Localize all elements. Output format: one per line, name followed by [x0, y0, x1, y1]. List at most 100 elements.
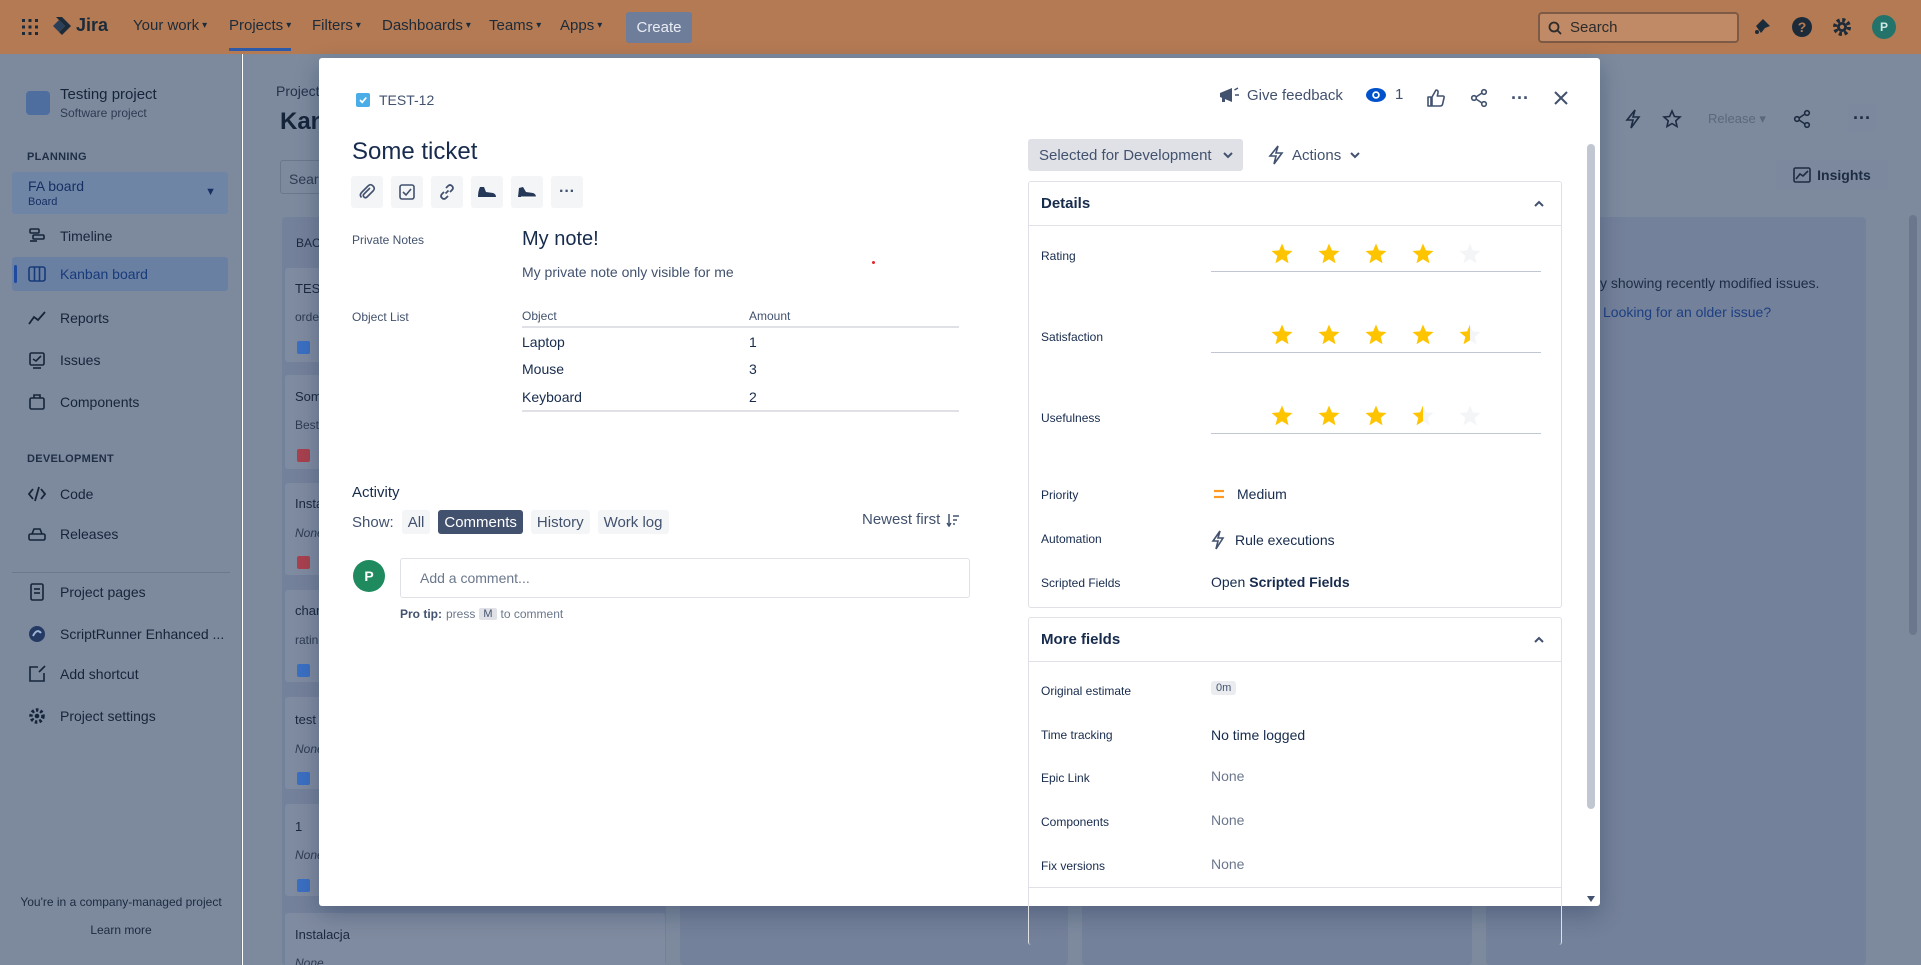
nav-your-work[interactable]: Your work ▾	[133, 17, 207, 34]
private-notes-label: Private Notes	[352, 233, 425, 247]
filter-history-button[interactable]: History	[530, 510, 590, 534]
nav-teams[interactable]: Teams ▾	[489, 17, 541, 34]
like-icon[interactable]	[1424, 86, 1448, 110]
project-sidebar: Testing project Software project PLANNIN…	[0, 54, 242, 965]
nav-filters[interactable]: Filters ▾	[312, 17, 361, 34]
star-icon[interactable]	[1458, 404, 1482, 428]
rating-stars[interactable]	[1211, 236, 1541, 272]
star-icon[interactable]	[1317, 242, 1341, 266]
share-icon[interactable]	[1792, 109, 1812, 129]
release-button[interactable]: Release ▾	[1708, 111, 1766, 127]
sidebar-item-releases[interactable]: Releases	[28, 525, 118, 543]
star-icon[interactable]	[1364, 242, 1388, 266]
jira-logo[interactable]: Jira	[52, 15, 108, 36]
star-icon[interactable]	[1411, 404, 1435, 428]
sidebar-item-kanban-board[interactable]: Kanban board	[12, 257, 228, 291]
card-title: test	[295, 712, 316, 727]
star-icon[interactable]	[1364, 323, 1388, 347]
note-heading[interactable]: My note!	[522, 228, 599, 251]
status-dropdown[interactable]: Selected for Development	[1028, 139, 1243, 171]
details-header[interactable]: Details	[1029, 182, 1561, 226]
sidebar-item-timeline[interactable]: Timeline	[28, 227, 112, 245]
give-feedback-label: Give feedback	[1247, 86, 1343, 104]
older-issue-link[interactable]: Looking for an older issue?	[1603, 304, 1771, 320]
search-input[interactable]: Search	[1538, 12, 1739, 43]
sidebar-item-code[interactable]: Code	[28, 485, 93, 503]
filter-comments-button[interactable]: Comments	[438, 510, 523, 534]
modal-scrollbar[interactable]	[1585, 138, 1597, 902]
attachment-icon[interactable]	[351, 176, 383, 208]
scroll-down-arrow-icon[interactable]	[1587, 896, 1595, 902]
user-avatar[interactable]: P	[1872, 15, 1896, 39]
sidebar-item-project-pages[interactable]: Project pages	[28, 583, 146, 601]
components-value[interactable]: None	[1211, 812, 1244, 828]
sidebar-item-components[interactable]: Components	[28, 393, 139, 411]
object-table[interactable]: Object Amount Laptop 1 Mouse 3 Keyboard 2	[522, 305, 959, 412]
filter-all-button[interactable]: All	[401, 510, 431, 534]
star-icon[interactable]	[1270, 242, 1294, 266]
star-icon[interactable]	[1270, 323, 1294, 347]
close-icon[interactable]	[1549, 86, 1573, 110]
create-button[interactable]: Create	[626, 12, 692, 43]
breadcrumb[interactable]: Project	[276, 83, 320, 99]
star-icon[interactable]	[1317, 404, 1341, 428]
star-icon[interactable]	[1270, 404, 1294, 428]
sort-order-button[interactable]: Newest first	[862, 511, 960, 528]
automation-value[interactable]: Rule executions	[1211, 530, 1335, 550]
board-scrollbar[interactable]	[1909, 215, 1917, 635]
fix-versions-value[interactable]: None	[1211, 856, 1244, 872]
scriptrunner-shoe-icon[interactable]	[471, 176, 503, 208]
comment-input[interactable]: Add a comment...	[400, 558, 970, 598]
issue-title[interactable]: Some ticket	[352, 138, 477, 166]
learn-more-link[interactable]: Learn more	[0, 923, 242, 937]
more-fields-header[interactable]: More fields	[1029, 618, 1561, 662]
nav-dashboards[interactable]: Dashboards ▾	[382, 17, 471, 34]
sidebar-item-reports[interactable]: Reports	[28, 309, 109, 327]
settings-gear-icon[interactable]	[1830, 15, 1854, 39]
epic-link-value[interactable]: None	[1211, 768, 1244, 784]
project-header[interactable]: Testing project Software project	[26, 86, 157, 120]
card-sub: orde	[295, 310, 320, 324]
more-actions-icon[interactable]: ···	[1508, 86, 1532, 110]
app-switcher-icon[interactable]	[20, 17, 40, 37]
modal-scrollbar-thumb[interactable]	[1587, 144, 1595, 809]
chevron-down-icon: ▾	[286, 20, 292, 31]
svg-text:?: ?	[1798, 19, 1807, 35]
star-icon[interactable]	[1411, 242, 1435, 266]
star-icon[interactable]	[1364, 404, 1388, 428]
insights-button[interactable]: Insights	[1776, 160, 1888, 190]
link-icon[interactable]	[431, 176, 463, 208]
filter-worklog-button[interactable]: Work log	[597, 510, 669, 534]
actions-button[interactable]: Actions	[1268, 145, 1361, 165]
issue-key[interactable]: TEST-12	[356, 92, 434, 108]
time-tracking-value[interactable]: No time logged	[1211, 727, 1305, 743]
star-icon[interactable]	[1662, 109, 1682, 129]
give-feedback-button[interactable]: Give feedback	[1218, 86, 1343, 104]
automation-icon[interactable]	[1624, 109, 1642, 129]
watch-button[interactable]: 1	[1365, 86, 1403, 103]
sidebar-item-issues[interactable]: Issues	[28, 351, 100, 369]
usefulness-stars[interactable]	[1211, 398, 1541, 434]
sidebar-item-add-shortcut[interactable]: Add shortcut	[28, 665, 139, 683]
more-toolbar-icon[interactable]: ···	[551, 176, 583, 208]
original-estimate-value[interactable]: 0m	[1211, 681, 1237, 695]
board-selector[interactable]: FA board Board ▼	[12, 172, 228, 214]
priority-value[interactable]: Medium	[1211, 486, 1287, 502]
help-icon[interactable]: ?	[1790, 15, 1814, 39]
scripted-fields-value[interactable]: Open Scripted Fields	[1211, 574, 1350, 590]
star-icon[interactable]	[1458, 242, 1482, 266]
scriptrunner-sneaker-icon[interactable]	[511, 176, 543, 208]
star-icon[interactable]	[1458, 323, 1482, 347]
sidebar-item-project-settings[interactable]: Project settings	[28, 707, 156, 725]
subtask-icon[interactable]	[391, 176, 423, 208]
sidebar-item-scriptrunner[interactable]: ScriptRunner Enhanced ...	[28, 625, 224, 643]
satisfaction-stars[interactable]	[1211, 317, 1541, 353]
notifications-icon[interactable]	[1750, 15, 1774, 39]
star-icon[interactable]	[1317, 323, 1341, 347]
star-icon[interactable]	[1411, 323, 1435, 347]
nav-apps[interactable]: Apps ▾	[560, 17, 602, 34]
note-text[interactable]: My private note only visible for me	[522, 264, 734, 280]
share-icon[interactable]	[1467, 86, 1491, 110]
nav-projects[interactable]: Projects ▾	[229, 17, 292, 51]
more-icon[interactable]: ···	[1848, 104, 1876, 132]
